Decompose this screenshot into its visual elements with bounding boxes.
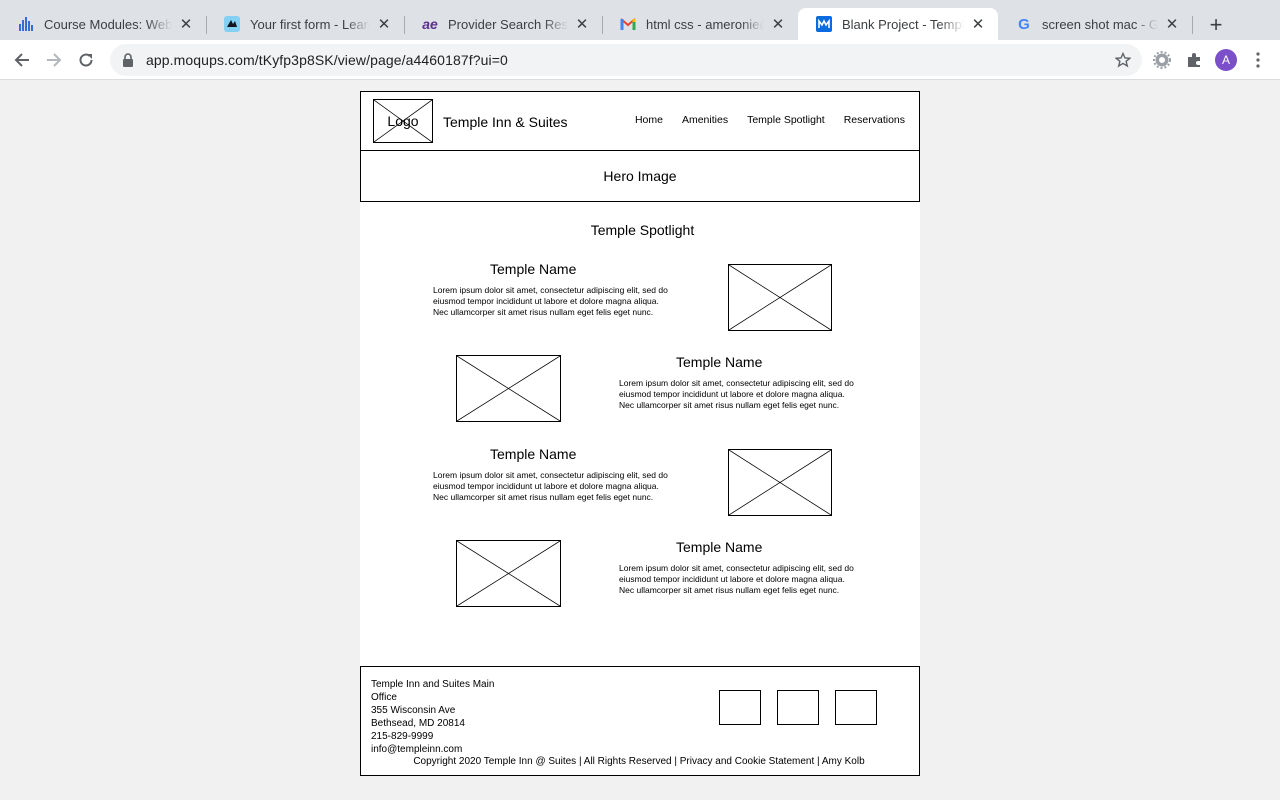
browser-tab[interactable]: Course Modules: Web Fundamentals ✕ [0,8,206,40]
copyright-text: Copyright 2020 Temple Inn @ Suites | All… [413,756,865,767]
temple-name: Temple Name [676,539,763,555]
wireframe-page: Logo Temple Inn & Suites Home Amenities … [360,91,920,776]
temple-image-placeholder [728,449,832,516]
nav-temple-spotlight[interactable]: Temple Spotlight [747,114,825,126]
site-header: Logo Temple Inn & Suites Home Amenities … [360,91,920,151]
social-icon-placeholder[interactable] [835,690,877,725]
hero-label: Hero Image [603,168,677,184]
browser-tab[interactable]: html css - ameronie@gmail.com ✕ [602,8,798,40]
url-text: app.moqups.com/tKyfp3p8SK/view/page/a446… [146,52,508,68]
gmail-icon [620,16,636,32]
tab-title: Your first form - Learn web development [250,16,370,32]
footer-address: Temple Inn and Suites Main Office 355 Wi… [371,678,506,756]
temple-name: Temple Name [676,354,763,370]
lock-icon [120,52,136,68]
address-line: 355 Wisconsin Ave [371,705,456,716]
browser-tab[interactable]: ae Provider Search Results ✕ [404,8,602,40]
browser-tab[interactable]: G screen shot mac - Google Search ✕ [998,8,1192,40]
menu-kebab-icon[interactable] [1245,47,1271,73]
tab-divider [1192,16,1193,34]
nav-home[interactable]: Home [635,114,663,126]
forward-arrow-icon[interactable] [41,47,67,73]
address-bar[interactable]: app.moqups.com/tKyfp3p8SK/view/page/a446… [110,44,1142,76]
reload-icon[interactable] [73,47,99,73]
browser-tab[interactable]: Your first form - Learn web development … [206,8,404,40]
social-icon-placeholder[interactable] [719,690,761,725]
main-nav: Home Amenities Temple Spotlight Reservat… [635,114,905,126]
temple-description: Lorem ipsum dolor sit amet, consectetur … [619,378,854,410]
close-icon[interactable]: ✕ [1164,16,1180,33]
page-viewport: Logo Temple Inn & Suites Home Amenities … [0,80,1280,800]
section-title: Temple Spotlight [590,222,695,238]
new-tab-icon[interactable]: + [1205,12,1227,37]
close-icon[interactable]: ✕ [770,16,786,33]
email-address[interactable]: info@templeinn.com [371,743,506,756]
temple-name: Temple Name [490,261,577,277]
address-line: Temple Inn and Suites Main Office [371,679,495,703]
course-modules-icon [18,16,34,32]
close-icon[interactable]: ✕ [178,16,194,33]
nav-reservations[interactable]: Reservations [844,114,905,126]
phone-number: 215-829-9999 [371,731,434,742]
nav-amenities[interactable]: Amenities [682,114,728,126]
temple-description: Lorem ipsum dolor sit amet, consectetur … [433,470,668,502]
temple-image-placeholder [456,355,561,422]
close-icon[interactable]: ✕ [970,16,986,33]
tab-title: screen shot mac - Google Search [1042,16,1158,32]
close-icon[interactable]: ✕ [574,16,590,33]
temple-name: Temple Name [490,446,577,462]
ae-icon: ae [422,16,438,32]
extensions-puzzle-icon[interactable] [1181,47,1207,73]
extension-gear-icon[interactable] [1149,47,1175,73]
site-name: Temple Inn & Suites [443,114,568,130]
tab-title: Course Modules: Web Fundamentals [44,16,172,32]
temple-image-placeholder [456,540,561,607]
tab-title: Provider Search Results [448,16,568,32]
site-footer: Temple Inn and Suites Main Office 355 Wi… [360,666,920,776]
google-icon: G [1018,15,1030,33]
temple-description: Lorem ipsum dolor sit amet, consectetur … [433,285,668,317]
temple-description: Lorem ipsum dolor sit amet, consectetur … [619,563,854,595]
hero-image-placeholder: Hero Image [360,150,920,202]
temple-image-placeholder [728,264,832,331]
back-arrow-icon[interactable] [9,47,35,73]
logo-text: Logo [387,113,419,129]
mdn-icon [224,16,240,32]
browser-toolbar: app.moqups.com/tKyfp3p8SK/view/page/a446… [0,40,1280,80]
close-icon[interactable]: ✕ [376,16,392,33]
profile-avatar[interactable]: A [1215,49,1237,71]
address-line: Bethsead, MD 20814 [371,718,465,729]
tab-title: html css - ameronie@gmail.com [646,16,764,32]
social-icon-placeholder[interactable] [777,690,819,725]
tab-title: Blank Project - Temple [842,16,964,32]
bookmark-star-icon[interactable] [1114,51,1132,69]
moqups-icon [816,16,832,32]
logo-placeholder[interactable]: Logo [373,99,433,143]
